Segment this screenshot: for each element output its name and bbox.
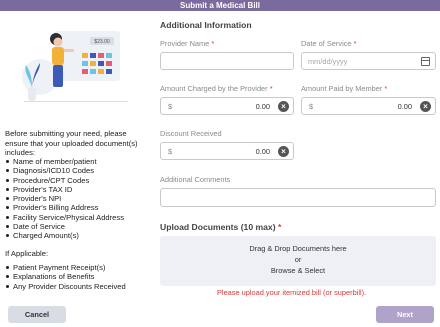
chart-cell xyxy=(82,69,88,74)
amount-value: 0.00 xyxy=(255,102,270,111)
required-marker: * xyxy=(269,84,273,93)
list-item: Date of Service xyxy=(5,222,153,231)
clear-icon[interactable]: × xyxy=(278,146,289,157)
discount-input[interactable]: $ 0.00 × xyxy=(160,142,294,160)
date-of-service-label: Date of Service * xyxy=(301,39,356,48)
required-marker: * xyxy=(384,84,388,93)
date-of-service-input[interactable]: mm/dd/yyyy xyxy=(301,52,436,70)
currency-symbol: $ xyxy=(309,102,314,111)
chart-cell xyxy=(82,53,88,58)
list-item: Facility Service/Physical Address xyxy=(5,213,153,222)
amount-paid-label: Amount Paid by Member * xyxy=(301,84,387,93)
comments-label: Additional Comments xyxy=(160,175,230,184)
chart-cell xyxy=(98,53,104,58)
browse-select-link[interactable]: Browse & Select xyxy=(160,266,436,275)
upload-title-text: Upload Documents (10 max) xyxy=(160,222,276,232)
list-item: Diagnosis/ICD10 Codes xyxy=(5,166,153,175)
amount-charged-input[interactable]: $ 0.00 × xyxy=(160,97,294,115)
amount-value: 0.00 xyxy=(255,147,270,156)
amount-value: 0.00 xyxy=(397,102,412,111)
drop-text: Drag & Drop Documents here xyxy=(249,244,347,253)
chart-cell xyxy=(98,61,104,66)
next-button[interactable]: Next xyxy=(376,306,434,323)
amount-charged-label: Amount Charged by the Provider * xyxy=(160,84,273,93)
illustration-blob xyxy=(22,59,58,95)
list-item: Charged Amount(s) xyxy=(5,231,153,240)
label-text: Discount Received xyxy=(160,129,222,138)
provider-name-label: Provider Name * xyxy=(160,39,214,48)
list-item: Procedure/CPT Codes xyxy=(5,176,153,185)
list-item: Patient Payment Receipt(s) xyxy=(5,263,153,272)
required-marker: * xyxy=(277,222,282,232)
bill-form: Additional Information Provider Name * D… xyxy=(160,11,436,301)
person-shirt xyxy=(52,47,64,65)
list-item: Any Provider Discounts Received xyxy=(5,282,153,291)
chart-cell xyxy=(90,53,96,58)
calendar-icon[interactable] xyxy=(421,57,430,66)
person-head xyxy=(53,37,63,47)
person-arm xyxy=(64,49,74,52)
cancel-button[interactable]: Cancel xyxy=(8,306,66,323)
list-item: Explanations of Benefits xyxy=(5,272,153,281)
comments-input[interactable] xyxy=(160,188,436,207)
label-text: Additional Comments xyxy=(160,175,231,184)
modal-footer: Cancel Next xyxy=(0,301,440,327)
label-text: Amount Charged by the Provider xyxy=(160,84,268,93)
price-tag: $23.00 xyxy=(94,39,110,45)
chart-cell xyxy=(82,61,88,66)
section-title: Additional Information xyxy=(160,20,252,30)
label-text: Date of Service xyxy=(301,39,352,48)
list-item: Name of member/patient xyxy=(5,157,153,166)
currency-symbol: $ xyxy=(168,147,173,156)
label-text: Amount Paid by Member xyxy=(301,84,383,93)
modal-title: Submit a Medical Bill xyxy=(0,0,440,11)
instructions-intro: Before submitting your need, please ensu… xyxy=(5,129,138,157)
chart-cell xyxy=(106,61,112,66)
upload-warning: Please upload your itemized bill (or sup… xyxy=(217,288,367,297)
provider-name-input[interactable] xyxy=(160,52,294,70)
person-pants xyxy=(53,65,63,87)
clear-icon[interactable]: × xyxy=(278,101,289,112)
illustration: $23.00 xyxy=(22,31,128,102)
clear-icon[interactable]: × xyxy=(420,101,431,112)
currency-symbol: $ xyxy=(168,102,173,111)
date-placeholder: mm/dd/yyyy xyxy=(308,57,348,66)
chart-cell xyxy=(98,69,104,74)
applicable-items-list: Patient Payment Receipt(s) Explanations … xyxy=(5,263,153,291)
required-marker: * xyxy=(353,39,357,48)
chart-cell xyxy=(106,69,112,74)
list-item: Provider's Billing Address xyxy=(5,203,153,212)
label-text: Provider Name xyxy=(160,39,210,48)
amount-paid-input[interactable]: $ 0.00 × xyxy=(301,97,436,115)
required-marker: * xyxy=(211,39,215,48)
list-item: Provider's TAX ID xyxy=(5,185,153,194)
or-text: or xyxy=(294,255,302,264)
discount-label: Discount Received xyxy=(160,129,222,138)
required-items-list: Name of member/patient Diagnosis/ICD10 C… xyxy=(5,157,153,241)
if-applicable-label: If Applicable: xyxy=(5,249,49,258)
chart-cell xyxy=(106,53,112,58)
upload-title: Upload Documents (10 max) * xyxy=(160,222,281,232)
chart-cell xyxy=(90,61,96,66)
plant-pot xyxy=(28,87,36,101)
chart-cell xyxy=(90,69,96,74)
floor-line xyxy=(24,101,128,102)
list-item: Provider's NPI xyxy=(5,194,153,203)
instructions-panel: $23.00 Before submitting your need, plea… xyxy=(0,11,152,301)
upload-dropzone[interactable]: Drag & Drop Documents here or Browse & S… xyxy=(160,236,436,286)
